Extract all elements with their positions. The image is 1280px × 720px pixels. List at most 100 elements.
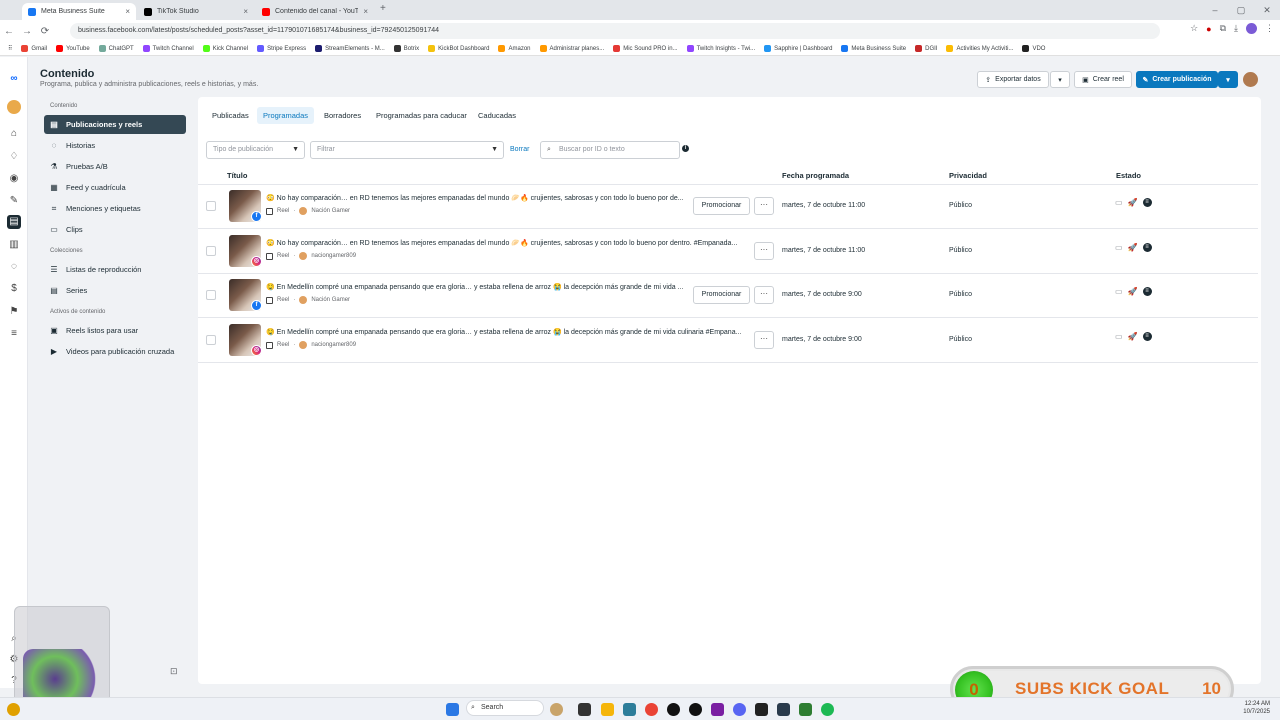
promote-button[interactable]: Promocionar <box>693 286 750 304</box>
file-explorer-icon[interactable] <box>601 703 614 716</box>
puzzle-icon[interactable]: ⧉ <box>1220 23 1226 34</box>
forward-icon[interactable]: → <box>18 26 36 37</box>
bookmark[interactable]: Kick Channel <box>202 45 248 52</box>
row-checkbox[interactable] <box>206 290 216 300</box>
insights-icon[interactable]: ▥ <box>7 238 21 252</box>
app-icon[interactable] <box>711 703 724 716</box>
tab-drafts[interactable]: Borradores <box>318 107 367 124</box>
extension-icon[interactable]: ● <box>1206 24 1211 34</box>
bookmark-star-icon[interactable]: ☆ <box>1190 23 1198 34</box>
ads-icon[interactable]: ⚑ <box>7 305 21 319</box>
store-icon[interactable] <box>623 703 636 716</box>
bookmark[interactable]: Botrix <box>393 45 419 52</box>
table-row[interactable]: f 🤤 En Medellín compré una empanada pens… <box>198 274 1258 318</box>
edit-icon[interactable]: ✎ <box>7 194 21 208</box>
bookmark[interactable]: YouTube <box>56 45 90 52</box>
sidebar-item-crosspost-videos[interactable]: ▶ Videos para publicación cruzada <box>44 342 186 361</box>
sidebar-item-posts-reels[interactable]: ▤ Publicaciones y reels <box>44 115 186 134</box>
tab-expired[interactable]: Caducadas <box>472 107 522 124</box>
boost-icon[interactable]: 🚀 <box>1128 287 1138 296</box>
bookmark[interactable]: Mic Sound PRO in... <box>613 45 678 52</box>
spotify-icon[interactable] <box>821 703 834 716</box>
reload-icon[interactable]: ⟳ <box>36 26 54 37</box>
export-dropdown-button[interactable]: ▾ <box>1050 71 1070 88</box>
bookmark[interactable]: ChatGPT <box>98 45 134 52</box>
bookmark[interactable]: StreamElements - M... <box>315 45 385 52</box>
bookmark[interactable]: DGII <box>915 45 937 52</box>
bookmark[interactable]: Activities My Activiti... <box>946 45 1013 52</box>
more-options-button[interactable]: ··· <box>754 197 774 215</box>
more-options-button[interactable]: ··· <box>754 331 774 349</box>
column-header-date[interactable]: Fecha programada <box>782 171 849 180</box>
task-view-icon[interactable] <box>578 703 591 716</box>
bookmark[interactable]: Amazon <box>498 45 531 52</box>
url-field[interactable]: business.facebook.com/latest/posts/sched… <box>70 23 1160 39</box>
create-post-dropdown-button[interactable]: ▾ <box>1218 71 1238 88</box>
close-icon[interactable]: × <box>125 7 130 16</box>
browser-tab-tiktok[interactable]: TikTok Studio × <box>138 3 254 20</box>
close-window-icon[interactable]: ✕ <box>1254 0 1280 20</box>
profile-avatar[interactable] <box>1246 23 1257 34</box>
post-title[interactable]: 😳 No hay comparación… en RD tenemos las … <box>266 239 748 247</box>
page-avatar[interactable] <box>1243 72 1258 87</box>
row-checkbox[interactable] <box>206 335 216 345</box>
bookmark[interactable]: Meta Business Suite <box>841 45 906 52</box>
bookmark[interactable]: KickBot Dashboard <box>428 45 489 52</box>
sidebar-item-ab-tests[interactable]: ⚗ Pruebas A/B <box>44 157 186 176</box>
tab-published[interactable]: Publicadas <box>206 107 255 124</box>
row-checkbox[interactable] <box>206 246 216 256</box>
more-options-button[interactable]: ··· <box>754 242 774 260</box>
sidebar-item-series[interactable]: ▤ Series <box>44 281 186 300</box>
post-title[interactable]: 🤤 En Medellín compré una empanada pensan… <box>266 328 748 336</box>
bookmark[interactable]: VDO <box>1022 45 1045 52</box>
row-checkbox[interactable] <box>206 201 216 211</box>
app-icon[interactable] <box>667 703 680 716</box>
bookmark[interactable]: Gmail <box>21 45 47 52</box>
close-icon[interactable]: × <box>243 7 248 16</box>
post-title[interactable]: 😳 No hay comparación… en RD tenemos las … <box>266 194 691 202</box>
maximize-icon[interactable]: ▢ <box>1228 0 1254 20</box>
tab-scheduled-to-expire[interactable]: Programadas para caducar <box>370 107 473 124</box>
apps-icon[interactable]: ⠿ <box>8 45 12 52</box>
table-row[interactable]: ◎ 😳 No hay comparación… en RD tenemos la… <box>198 230 1258 274</box>
search-input[interactable]: ⌕ Buscar por ID o texto <box>540 141 680 159</box>
info-icon[interactable]: i <box>682 145 689 152</box>
export-data-button[interactable]: ⇪ Exportar datos <box>977 71 1049 88</box>
boost-icon[interactable]: 🚀 <box>1128 243 1138 252</box>
app-icon[interactable] <box>799 703 812 716</box>
discord-icon[interactable] <box>733 703 746 716</box>
table-row[interactable]: ◎ 🤤 En Medellín compré una empanada pens… <box>198 319 1258 363</box>
browser-tab-youtube[interactable]: Contenido del canal - YouTube × <box>256 3 374 20</box>
back-icon[interactable]: ← <box>0 26 18 37</box>
close-icon[interactable]: × <box>363 7 368 16</box>
promote-button[interactable]: Promocionar <box>693 197 750 215</box>
menu-icon[interactable]: ⋮ <box>1265 23 1274 34</box>
widgets-icon[interactable] <box>550 703 563 716</box>
post-title[interactable]: 🤤 En Medellín compré una empanada pensan… <box>266 283 691 291</box>
post-type-select[interactable]: Tipo de publicación ▼ <box>206 141 305 159</box>
sidebar-item-clips[interactable]: ▭ Clips <box>44 220 186 239</box>
system-clock[interactable]: 12:24 AM 10/7/2025 <box>1243 700 1270 716</box>
explore-icon[interactable]: ◉ <box>7 172 21 186</box>
bookmark[interactable]: Twitch Insights - Twi... <box>686 45 755 52</box>
taskbar-search[interactable]: ⌕ Search <box>466 700 544 716</box>
windows-start-icon[interactable] <box>446 703 459 716</box>
create-reel-button[interactable]: ▣ Crear reel <box>1074 71 1132 88</box>
all-tools-icon[interactable]: ≡ <box>7 327 21 341</box>
home-icon[interactable]: ⌂ <box>7 127 21 141</box>
weather-icon[interactable] <box>7 703 20 716</box>
sidebar-item-feed-grid[interactable]: ▦ Feed y cuadrícula <box>44 178 186 197</box>
account-avatar[interactable] <box>7 100 21 114</box>
clear-filters-link[interactable]: Borrar <box>510 146 529 153</box>
meta-logo-icon[interactable]: ∞ <box>7 72 21 86</box>
content-icon[interactable]: ▤ <box>7 215 21 229</box>
capcut-icon[interactable] <box>755 703 768 716</box>
download-icon[interactable]: ⤓ <box>1234 23 1238 34</box>
bookmark[interactable]: Twitch Channel <box>142 45 194 52</box>
bookmark[interactable]: Sapphire | Dashboard <box>764 45 832 52</box>
obs-icon[interactable] <box>689 703 702 716</box>
sidebar-item-stories[interactable]: ◌ Historias <box>44 136 186 155</box>
inbox-icon[interactable]: ◌ <box>7 260 21 274</box>
collapse-sidebar-icon[interactable]: ⊡ <box>170 666 178 677</box>
create-post-button[interactable]: ✎ Crear publicación <box>1136 71 1218 88</box>
